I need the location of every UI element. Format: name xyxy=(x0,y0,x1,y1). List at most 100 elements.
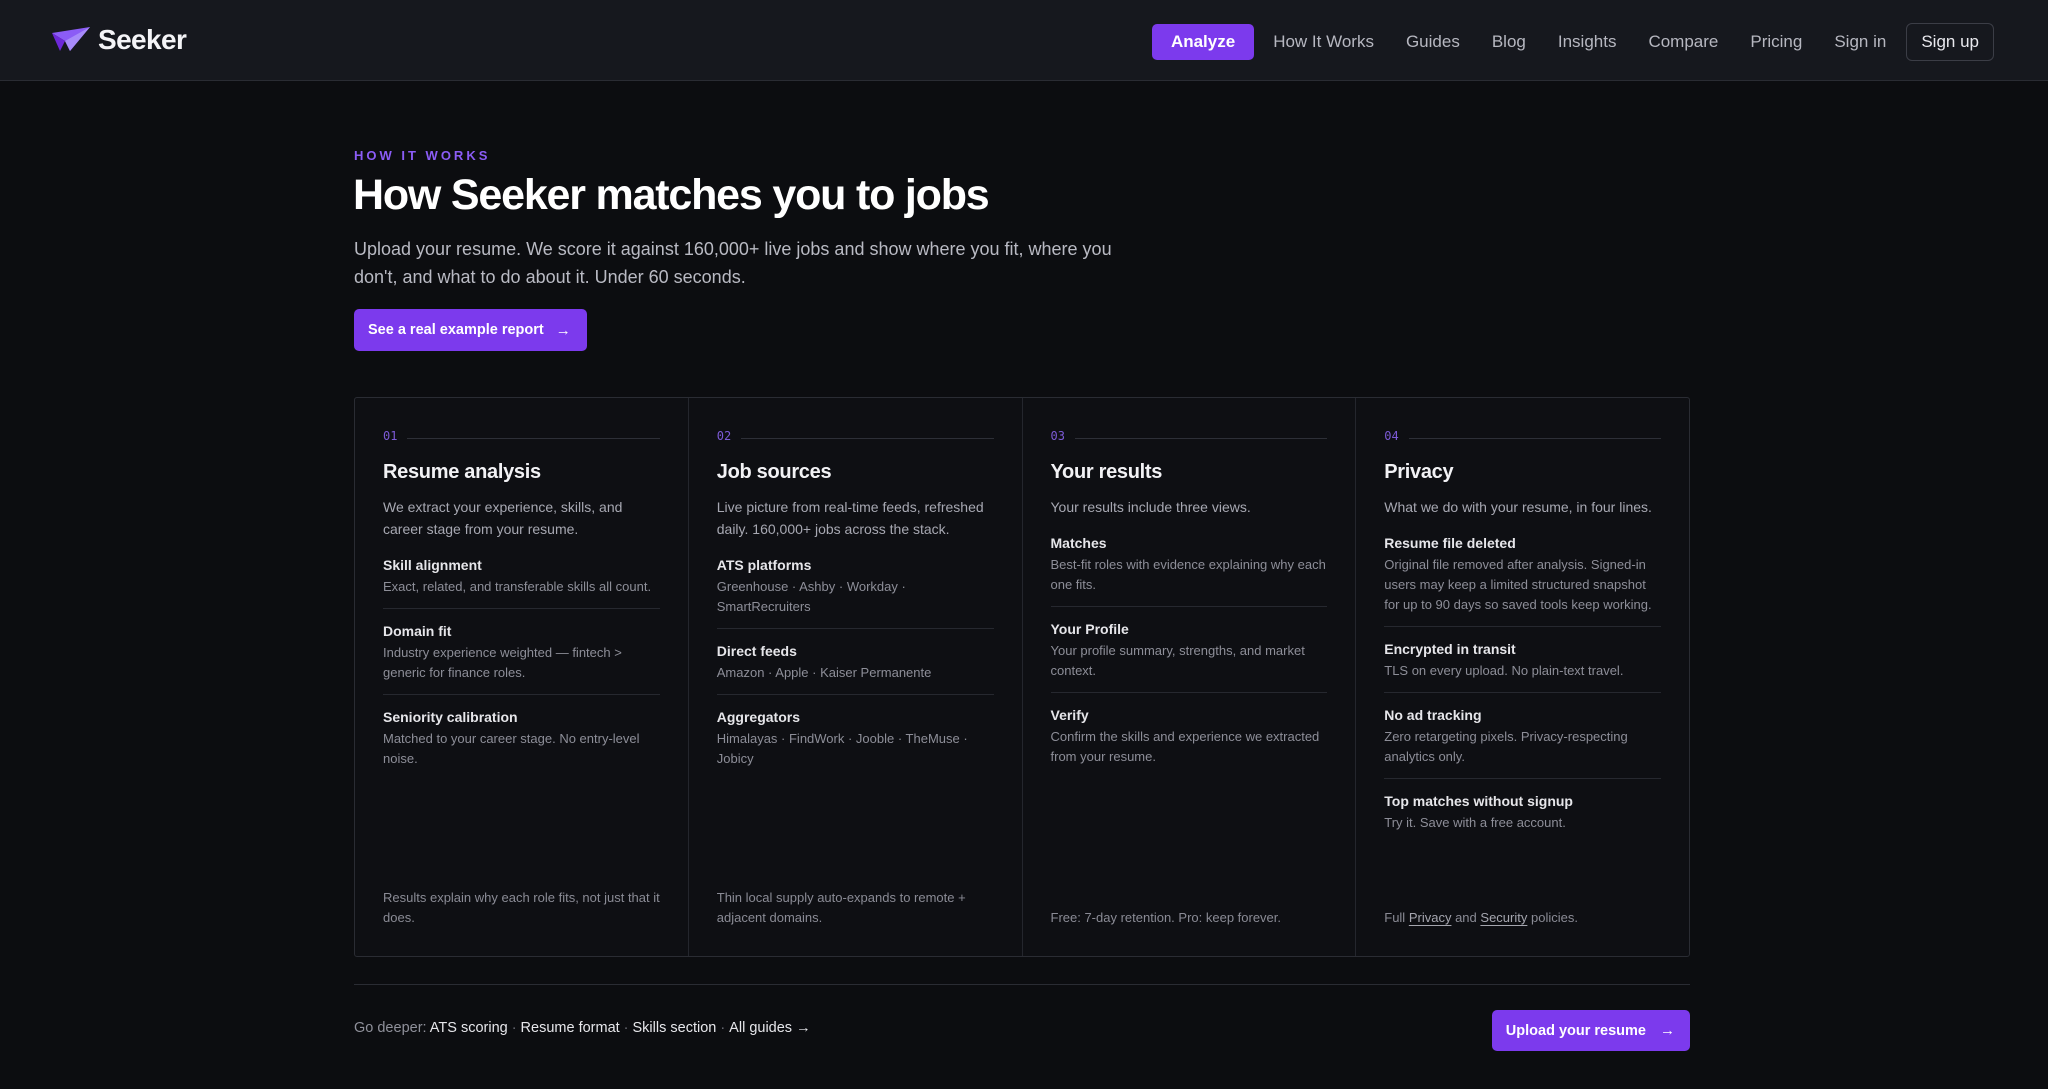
main-nav: Analyze How It Works Guides Blog Insight… xyxy=(1151,23,1994,61)
guide-link-ats-scoring[interactable]: ATS scoring xyxy=(430,1020,508,1036)
upload-resume-label: Upload your resume xyxy=(1505,1022,1646,1039)
item-description: Original file removed after analysis. Si… xyxy=(1384,557,1652,612)
step-description: What we do with your resume, in four lin… xyxy=(1384,499,1652,515)
privacy-policy-link[interactable]: Privacy xyxy=(1409,910,1452,925)
item-description: Best-fit roles with evidence explaining … xyxy=(1050,557,1326,592)
guide-link-all-guides[interactable]: All guides → xyxy=(729,1020,810,1036)
list-item: Aggregators Himalayas · FindWork · Joobl… xyxy=(717,695,994,780)
nav-analyze-button[interactable]: Analyze xyxy=(1151,24,1255,60)
page-title: How Seeker matches you to jobs xyxy=(353,171,990,219)
step-footer-note: Thin local supply auto-expands to remote… xyxy=(716,890,966,925)
step-number: 02 xyxy=(716,429,732,443)
item-description: Confirm the skills and experience we ext… xyxy=(1050,729,1320,764)
step-title: Resume analysis xyxy=(383,461,541,483)
item-title: Encrypted in transit xyxy=(1384,641,1516,657)
item-title: No ad tracking xyxy=(1384,707,1482,723)
item-description: Industry experience weighted — fintech >… xyxy=(383,645,622,680)
separator-dot: · xyxy=(511,1020,517,1036)
step-header: 03 xyxy=(1051,428,1328,444)
list-item: Matches Best-fit roles with evidence exp… xyxy=(1050,528,1328,607)
list-item: Encrypted in transit TLS on every upload… xyxy=(1384,627,1661,693)
step-description: Live picture from real-time feeds, refre… xyxy=(716,499,984,537)
item-title: Skill alignment xyxy=(383,557,482,573)
section-divider xyxy=(354,984,1690,985)
arrow-right-icon: → xyxy=(1660,1022,1675,1039)
item-description: Try it. Save with a free account. xyxy=(1384,815,1566,830)
guide-link-skills-section[interactable]: Skills section xyxy=(633,1020,717,1036)
step-card-privacy: 04 Privacy What we do with your resume, … xyxy=(1356,398,1689,956)
list-item: ATS platforms Greenhouse · Ashby · Workd… xyxy=(716,550,994,629)
step-header: 01 xyxy=(383,428,660,444)
item-description: TLS on every upload. No plain-text trave… xyxy=(1384,663,1624,678)
guide-link-resume-format[interactable]: Resume format xyxy=(521,1020,620,1036)
go-deeper-links: Go deeper: ATS scoring · Resume format · Ski… xyxy=(354,1020,811,1036)
example-report-label: See a real example report xyxy=(368,322,544,338)
item-description: Himalayas · FindWork · Jooble · TheMuse … xyxy=(716,731,968,766)
item-title: Aggregators xyxy=(716,709,800,725)
page-subtitle: Upload your resume. We score it against … xyxy=(354,239,1112,287)
step-footer-note: Full Privacy and Security policies. xyxy=(1384,908,1661,928)
item-title: Domain fit xyxy=(383,623,452,639)
item-description: Greenhouse · Ashby · Workday · SmartRecr… xyxy=(716,579,906,614)
nav-link-blog[interactable]: Blog xyxy=(1492,24,1526,60)
nav-link-guides[interactable]: Guides xyxy=(1406,24,1460,60)
step-divider-line xyxy=(1408,437,1661,439)
list-item: Your Profile Your profile summary, stren… xyxy=(1050,607,1328,693)
step-footer-note: Free: 7-day retention. Pro: keep forever… xyxy=(1050,910,1282,925)
item-description: Matched to your career stage. No entry-l… xyxy=(383,731,640,766)
step-number: 01 xyxy=(383,429,398,443)
footer-and: and xyxy=(1455,910,1477,925)
step-title: Privacy xyxy=(1384,461,1454,483)
step-title: Job sources xyxy=(716,461,832,483)
item-title: ATS platforms xyxy=(716,557,812,573)
step-divider-line xyxy=(741,437,994,439)
list-item: Direct feeds Amazon · Apple · Kaiser Per… xyxy=(716,629,994,695)
list-item: No ad tracking Zero retargeting pixels. … xyxy=(1384,693,1661,779)
nav-link-compare[interactable]: Compare xyxy=(1648,24,1718,60)
nav-link-pricing[interactable]: Pricing xyxy=(1750,24,1802,60)
arrow-right-icon: → xyxy=(555,321,571,339)
paper-plane-icon xyxy=(52,27,90,51)
step-title: Your results xyxy=(1050,461,1163,483)
item-description: Zero retargeting pixels. Privacy-respect… xyxy=(1384,729,1628,764)
list-item: Verify Confirm the skills and experience… xyxy=(1051,693,1328,778)
item-title: Matches xyxy=(1050,535,1107,551)
security-policy-link[interactable]: Security xyxy=(1480,910,1527,925)
item-title: Verify xyxy=(1050,707,1089,723)
separator-dot: · xyxy=(720,1020,726,1036)
nav-link-sign-in[interactable]: Sign in xyxy=(1834,24,1886,60)
brand-name: Seeker xyxy=(98,24,187,55)
footer-suffix: policies. xyxy=(1531,910,1578,925)
item-description: Amazon · Apple · Kaiser Permanente xyxy=(716,665,932,680)
step-number: 04 xyxy=(1384,429,1399,443)
steps-grid: 01 Resume analysis We extract your exper… xyxy=(354,397,1690,957)
section-eyebrow: HOW IT WORKS xyxy=(354,148,491,163)
step-card-your-results: 03 Your results Your results include thr… xyxy=(1023,398,1357,956)
top-navbar: Seeker Analyze How It Works Guides Blog … xyxy=(0,0,2048,81)
upload-resume-button[interactable]: Upload your resume → xyxy=(1491,1010,1690,1051)
item-title: Direct feeds xyxy=(716,643,797,659)
step-items: Resume file deleted Original file remove… xyxy=(1384,528,1661,844)
item-title: Seniority calibration xyxy=(383,709,518,725)
nav-link-insights[interactable]: Insights xyxy=(1558,24,1617,60)
nav-link-how-it-works[interactable]: How It Works xyxy=(1273,24,1374,60)
step-items: Matches Best-fit roles with evidence exp… xyxy=(1050,528,1328,778)
list-item: Seniority calibration Matched to your ca… xyxy=(383,695,660,780)
item-description: Exact, related, and transferable skills … xyxy=(383,579,652,594)
nav-signup-button[interactable]: Sign up xyxy=(1906,23,1994,61)
item-description: Your profile summary, strengths, and mar… xyxy=(1050,643,1305,678)
step-divider-line xyxy=(1074,437,1328,439)
list-item: Domain fit Industry experience weighted … xyxy=(383,609,660,695)
example-report-button[interactable]: See a real example report → xyxy=(354,309,587,351)
separator-dot: · xyxy=(623,1020,629,1036)
footer-prefix: Full xyxy=(1384,910,1406,925)
brand-logo-link[interactable]: Seeker xyxy=(52,24,187,56)
item-title: Your Profile xyxy=(1050,621,1129,637)
step-description: Your results include three views. xyxy=(1050,499,1251,515)
step-card-job-sources: 02 Job sources Live picture from real-ti… xyxy=(689,398,1023,956)
step-card-resume-analysis: 01 Resume analysis We extract your exper… xyxy=(355,398,689,956)
step-number: 03 xyxy=(1050,429,1065,443)
go-deeper-label: Go deeper: xyxy=(354,1020,427,1036)
list-item: Top matches without signup Try it. Save … xyxy=(1384,779,1661,844)
step-divider-line xyxy=(407,437,660,439)
